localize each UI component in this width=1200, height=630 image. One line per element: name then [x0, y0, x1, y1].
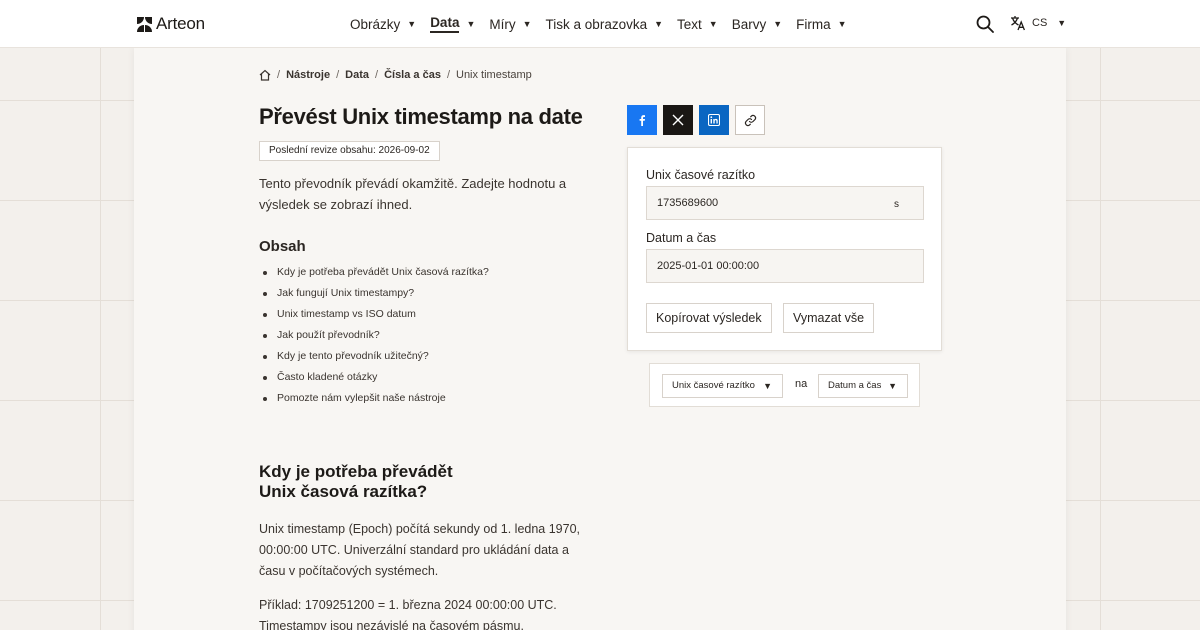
link-icon [744, 114, 756, 126]
toc-item[interactable]: Jak fungují Unix timestampy? [259, 283, 489, 304]
top-navigation-bar: Arteon Obrázky ▼ Data ▼ Míry ▼ Tisk a ob… [0, 0, 1200, 48]
share-linkedin-button[interactable] [699, 105, 729, 135]
direction-word: na [795, 378, 808, 390]
breadcrumb-item-cisla-a-cas[interactable]: Čísla a čas [384, 69, 441, 81]
clear-all-button[interactable]: Vymazat vše [783, 303, 875, 333]
timestamp-value: 1735689600 [657, 197, 719, 209]
datetime-value: 2025-01-01 00:00:00 [657, 260, 760, 272]
translate-icon [1011, 16, 1026, 31]
to-unit-select[interactable]: Datum a čas ▼ [818, 374, 908, 398]
logo-mark-icon [137, 16, 152, 32]
caret-down-icon: ▼ [522, 19, 532, 29]
intro-text: Tento převodník převádí okamžitě. Zadejt… [259, 176, 567, 212]
caret-down-icon: ▼ [773, 19, 783, 29]
share-facebook-button[interactable] [627, 105, 657, 135]
conversion-direction: Unix časové razítko ▼ na Datum a čas ▼ [649, 363, 920, 407]
linkedin-icon [708, 114, 720, 126]
breadcrumb: / Nástroje / Data / Čísla a čas / Unix t… [259, 69, 532, 81]
breadcrumb-separator: / [336, 69, 340, 81]
breadcrumb-separator: / [446, 69, 450, 81]
datetime-output[interactable]: 2025-01-01 00:00:00 [646, 249, 924, 283]
toc-title: Obsah [259, 238, 306, 255]
caret-down-icon: ▼ [763, 381, 772, 391]
nav-item-text[interactable]: Text ▼ [677, 12, 718, 36]
toc-item[interactable]: Kdy je potřeba převádět Unix časová razí… [259, 262, 489, 283]
toc-item[interactable]: Pomozte nám vylepšit naše nástroje [259, 388, 489, 409]
copy-link-button[interactable] [735, 105, 765, 135]
breadcrumb-separator: / [375, 69, 379, 81]
main-nav: Obrázky ▼ Data ▼ Míry ▼ Tisk a obrazovka… [350, 0, 861, 48]
search-icon[interactable] [976, 15, 994, 33]
section-paragraph: Unix timestamp (Epoch) počítá sekundy od… [259, 522, 581, 578]
table-of-contents: Kdy je potřeba převádět Unix časová razí… [259, 262, 489, 409]
from-unit-select[interactable]: Unix časové razítko ▼ [662, 374, 783, 398]
nav-item-firma[interactable]: Firma ▼ [796, 12, 846, 36]
share-buttons [627, 105, 765, 135]
breadcrumb-current: Unix timestamp [456, 69, 532, 81]
nav-item-barvy[interactable]: Barvy ▼ [732, 12, 782, 36]
nav-item-obrazky[interactable]: Obrázky ▼ [350, 12, 416, 36]
section-heading: Kdy je potřeba převádět Unix časová razí… [259, 462, 453, 501]
nav-item-tisk-a-obrazovka[interactable]: Tisk a obrazovka ▼ [546, 12, 663, 36]
timestamp-input[interactable]: 1735689600 s [646, 186, 924, 220]
copy-result-button[interactable]: Kopírovat výsledek [646, 303, 772, 333]
caret-down-icon: ▼ [837, 19, 847, 29]
language-selector[interactable]: CS ▼ [1010, 15, 1066, 31]
breadcrumb-item-nastroje[interactable]: Nástroje [286, 69, 330, 81]
breadcrumb-separator: / [277, 69, 281, 81]
facebook-icon [639, 115, 645, 126]
x-icon [672, 114, 684, 126]
caret-down-icon: ▼ [654, 19, 664, 29]
toc-item[interactable]: Unix timestamp vs ISO datum [259, 304, 489, 325]
timestamp-label: Unix časové razítko [646, 168, 756, 182]
caret-down-icon: ▼ [1057, 18, 1067, 28]
share-x-button[interactable] [663, 105, 693, 135]
page-title: Převést Unix timestamp na date [259, 104, 583, 129]
nav-item-data[interactable]: Data ▼ [430, 12, 475, 36]
revision-badge: Poslední revize obsahu: 2026-09-02 [259, 141, 440, 161]
brand-logo[interactable]: Arteon [137, 14, 205, 34]
datetime-label: Datum a čas [646, 231, 717, 245]
toc-item[interactable]: Kdy je tento převodník užitečný? [259, 346, 489, 367]
brand-name: Arteon [156, 14, 205, 33]
language-code: CS [1032, 17, 1048, 29]
breadcrumb-item-data[interactable]: Data [345, 69, 369, 81]
toc-item[interactable]: Jak použít převodník? [259, 325, 489, 346]
caret-down-icon: ▼ [888, 381, 897, 391]
main-content: / Nástroje / Data / Čísla a čas / Unix t… [134, 48, 1066, 630]
timestamp-unit: s [894, 199, 899, 210]
section-paragraph: Příklad: 1709251200 = 1. března 2024 00:… [259, 598, 557, 630]
nav-item-miry[interactable]: Míry ▼ [489, 12, 531, 36]
caret-down-icon: ▼ [708, 19, 718, 29]
caret-down-icon: ▼ [407, 19, 417, 29]
home-icon[interactable] [259, 69, 271, 81]
converter-panel: Unix časové razítko 1735689600 s Datum a… [627, 147, 942, 351]
caret-down-icon: ▼ [466, 19, 476, 29]
toc-item[interactable]: Často kladené otázky [259, 367, 489, 388]
